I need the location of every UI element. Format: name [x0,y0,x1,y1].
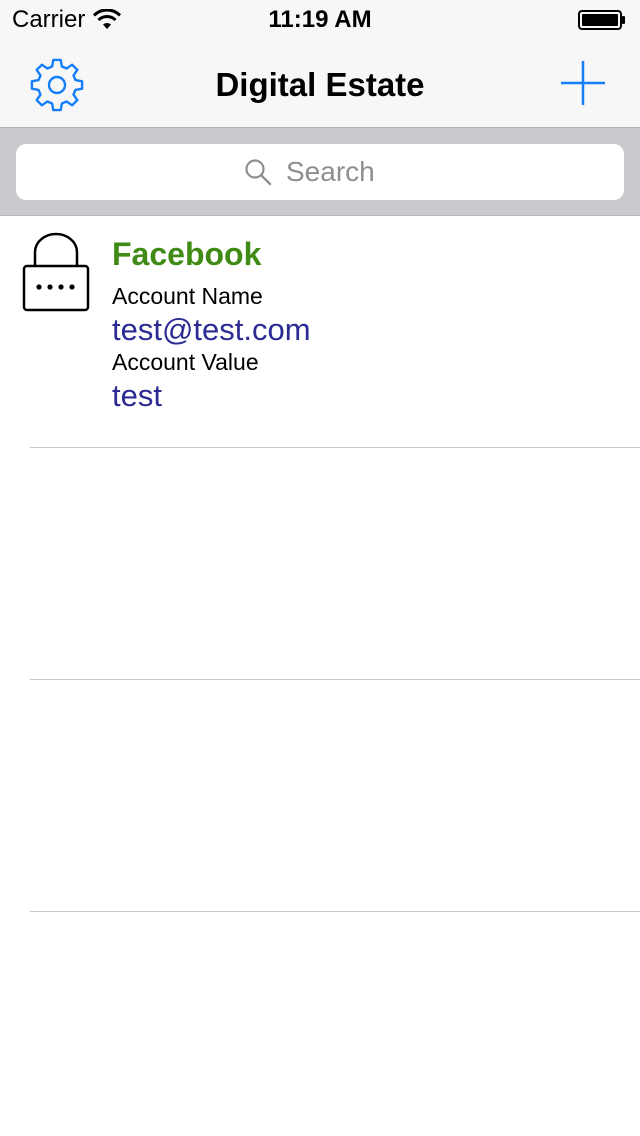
search-input[interactable] [286,156,396,188]
search-field[interactable] [16,144,624,200]
status-bar: Carrier 11:19 AM [0,0,640,40]
empty-list-row [0,448,640,680]
search-icon [245,159,272,186]
account-value-label: Account Value [112,349,259,375]
add-button[interactable] [560,60,606,106]
account-value-value: test [112,378,162,413]
list-item[interactable]: Facebook Account Name test@test.com Acco… [0,216,640,448]
search-bar [0,128,640,216]
navigation-bar: Digital Estate [0,40,640,128]
lock-icon [22,232,90,312]
list-item-content: Facebook Account Name test@test.com Acco… [112,234,311,414]
top-bar: Carrier 11:19 AM Digital Estate [0,0,640,128]
app-screen: Carrier 11:19 AM Digital Estate Search F… [0,0,640,1136]
page-title: Digital Estate [215,66,425,103]
account-list: Facebook Account Name test@test.com Acco… [0,216,640,912]
status-time: 11:19 AM [268,6,372,33]
plus-icon [561,61,605,105]
account-name-value: test@test.com [112,312,311,347]
account-title: Facebook [112,236,262,272]
empty-list-row [0,680,640,912]
row-separator [30,911,640,912]
battery-icon [578,10,625,30]
account-name-label: Account Name [112,283,263,309]
